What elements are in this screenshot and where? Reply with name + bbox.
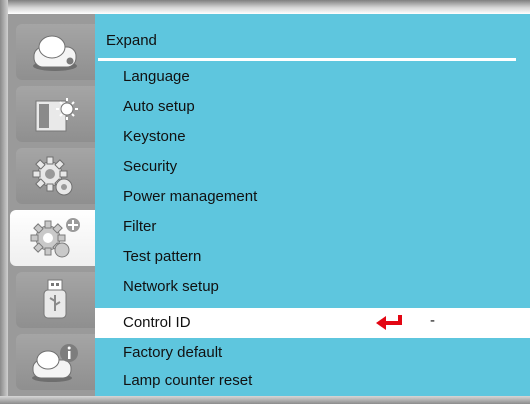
tab-expand[interactable]: [10, 210, 98, 266]
title-divider: [98, 58, 516, 61]
menu-item-label: Filter: [123, 218, 157, 235]
menu-item-language[interactable]: Language: [95, 62, 530, 92]
menu-item-label: Security: [123, 158, 178, 175]
gear-icon: [32, 156, 73, 196]
tab-image[interactable]: [16, 86, 95, 142]
menu-item-label: Auto setup: [123, 98, 195, 115]
menu-item-label: Control ID: [123, 314, 191, 331]
expand-menu: Expand Language Auto setup Keystone Secu…: [95, 14, 530, 396]
projector-icon: [33, 35, 77, 71]
projector-info-icon: [32, 344, 78, 382]
menu-item-auto-setup[interactable]: Auto setup: [95, 92, 530, 122]
tab-setting[interactable]: [16, 148, 95, 204]
tab-information[interactable]: [16, 334, 95, 390]
menu-item-label: Test pattern: [123, 248, 202, 265]
menu-item-filter[interactable]: Filter: [95, 212, 530, 242]
menu-item-test-pattern[interactable]: Test pattern: [95, 242, 530, 272]
enter-arrow-icon: [376, 315, 402, 330]
menu-title: Expand: [106, 32, 157, 49]
menu-item-label: Keystone: [123, 128, 186, 145]
category-sidebar: [8, 14, 98, 396]
usb-icon: [43, 279, 67, 319]
brightness-icon: [35, 98, 78, 132]
tab-display[interactable]: [16, 24, 95, 80]
window-top-border: [0, 0, 530, 14]
menu-item-lamp-counter-reset[interactable]: Lamp counter reset: [95, 366, 530, 396]
menu-item-label: Factory default: [123, 344, 223, 361]
menu-item-network-setup[interactable]: Network setup: [95, 272, 530, 302]
menu-item-power-management[interactable]: Power management: [95, 182, 530, 212]
tab-usb[interactable]: [16, 272, 95, 328]
menu-item-security[interactable]: Security: [95, 152, 530, 182]
gear-plus-icon: [30, 218, 80, 258]
menu-item-label: Lamp counter reset: [123, 372, 253, 389]
menu-item-control-id[interactable]: Control ID -: [95, 308, 530, 338]
control-id-value: -: [430, 312, 435, 329]
menu-item-label: Power management: [123, 188, 258, 205]
menu-item-label: Network setup: [123, 278, 219, 295]
menu-item-label: Language: [123, 68, 190, 85]
window-bottom-border: [0, 396, 530, 404]
osd-window: Expand Language Auto setup Keystone Secu…: [0, 0, 530, 404]
window-left-border: [0, 0, 8, 404]
menu-item-keystone[interactable]: Keystone: [95, 122, 530, 152]
menu-item-factory-default[interactable]: Factory default: [95, 338, 530, 368]
